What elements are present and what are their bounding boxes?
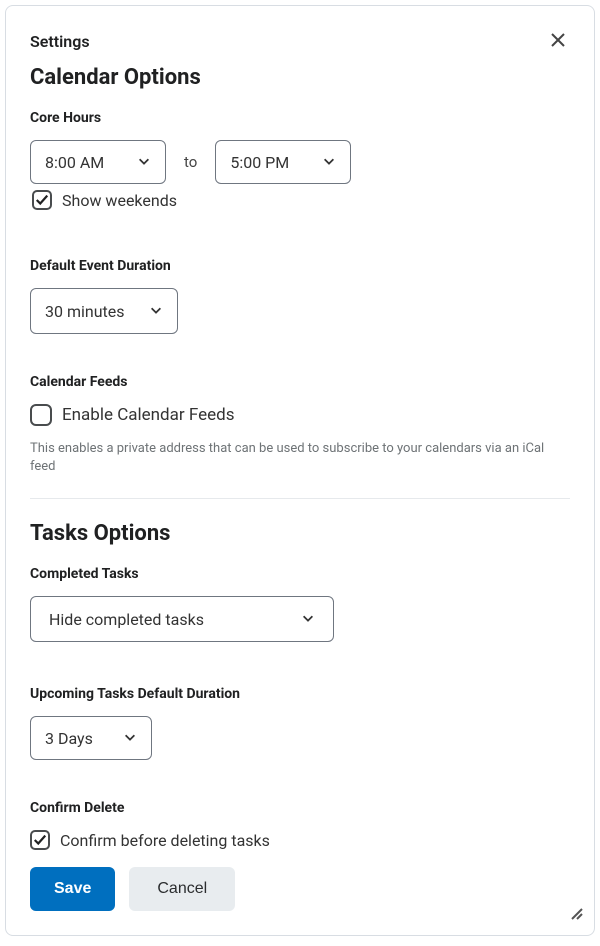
chevron-down-icon <box>301 610 315 629</box>
cancel-button[interactable]: Cancel <box>129 867 235 911</box>
calendar-feeds-label: Calendar Feeds <box>30 374 570 390</box>
close-button[interactable] <box>546 28 570 55</box>
save-button[interactable]: Save <box>30 867 115 911</box>
show-weekends-label: Show weekends <box>62 191 177 210</box>
core-hours-start-select[interactable]: 8:00 AM <box>30 140 166 184</box>
chevron-down-icon <box>322 153 336 172</box>
panel-header: Settings <box>30 28 570 55</box>
enable-feeds-checkbox[interactable] <box>30 404 52 426</box>
show-weekends-checkbox[interactable] <box>32 190 52 210</box>
confirm-delete-checkbox-label: Confirm before deleting tasks <box>60 831 270 850</box>
settings-title: Settings <box>30 32 90 51</box>
core-hours-to-label: to <box>184 153 197 171</box>
core-hours-row: 8:00 AM to 5:00 PM <box>30 140 570 184</box>
completed-tasks-label: Completed Tasks <box>30 566 570 582</box>
default-duration-select[interactable]: 30 minutes <box>30 288 178 334</box>
section-divider <box>30 498 570 499</box>
chevron-down-icon <box>137 153 151 172</box>
footer-actions: Save Cancel <box>30 867 570 911</box>
show-weekends-row: Show weekends <box>32 190 570 210</box>
core-hours-end-select[interactable]: 5:00 PM <box>215 140 351 184</box>
resize-icon <box>568 906 584 925</box>
completed-tasks-select[interactable]: Hide completed tasks <box>30 596 334 642</box>
enable-feeds-row: Enable Calendar Feeds <box>30 404 570 426</box>
upcoming-duration-value: 3 Days <box>45 729 93 748</box>
resize-handle[interactable] <box>568 905 584 925</box>
enable-feeds-label: Enable Calendar Feeds <box>62 405 234 425</box>
core-hours-label: Core Hours <box>30 110 570 126</box>
chevron-down-icon <box>123 729 137 748</box>
core-hours-start-value: 8:00 AM <box>45 153 104 172</box>
settings-panel: Settings Calendar Options Core Hours 8:0… <box>5 5 595 936</box>
completed-tasks-value: Hide completed tasks <box>49 610 204 629</box>
confirm-delete-checkbox[interactable] <box>30 830 50 850</box>
confirm-delete-label: Confirm Delete <box>30 800 570 816</box>
upcoming-duration-label: Upcoming Tasks Default Duration <box>30 686 570 702</box>
default-duration-value: 30 minutes <box>45 302 125 321</box>
tasks-options-title: Tasks Options <box>30 521 570 546</box>
calendar-options-title: Calendar Options <box>30 65 570 90</box>
chevron-down-icon <box>149 302 163 321</box>
upcoming-duration-select[interactable]: 3 Days <box>30 716 152 760</box>
confirm-delete-row: Confirm before deleting tasks <box>30 830 570 850</box>
default-duration-label: Default Event Duration <box>30 258 570 274</box>
core-hours-end-value: 5:00 PM <box>230 153 289 172</box>
close-icon <box>550 36 566 51</box>
calendar-feeds-helper: This enables a private address that can … <box>30 440 570 476</box>
